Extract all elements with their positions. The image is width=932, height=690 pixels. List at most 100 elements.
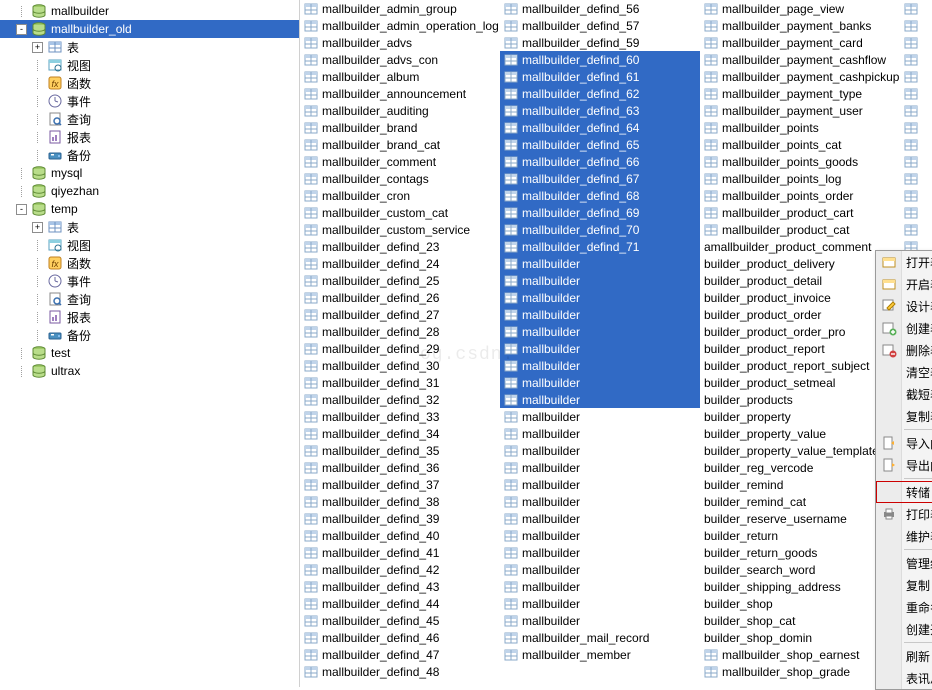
table-item[interactable]: mallbuilder: [500, 527, 700, 544]
tree-node[interactable]: 查询: [0, 290, 299, 308]
tree-node[interactable]: 备份: [0, 326, 299, 344]
tree-node[interactable]: 函数: [0, 74, 299, 92]
table-item[interactable]: mallbuilder: [500, 374, 700, 391]
table-item[interactable]: builder_shop: [700, 595, 900, 612]
table-item[interactable]: mallbuilder_defind_43: [300, 578, 500, 595]
tree-node[interactable]: ultrax: [0, 362, 299, 380]
tree-node[interactable]: 函数: [0, 254, 299, 272]
table-item[interactable]: mallbuilder_payment_banks: [700, 17, 900, 34]
menu-item[interactable]: 导入向导(I): [876, 432, 932, 454]
table-item[interactable]: builder_product_report: [700, 340, 900, 357]
table-item[interactable]: amallbuilder_product_comment: [700, 238, 900, 255]
table-item[interactable]: [900, 51, 920, 68]
tree-node[interactable]: 视图: [0, 56, 299, 74]
menu-item[interactable]: 截短表: [876, 383, 932, 405]
table-item[interactable]: mallbuilder_defind_38: [300, 493, 500, 510]
table-item[interactable]: mallbuilder_defind_48: [300, 663, 500, 680]
tree-node[interactable]: test: [0, 344, 299, 362]
menu-item[interactable]: 创建表(N): [876, 317, 932, 339]
table-item[interactable]: mallbuilder_brand: [300, 119, 500, 136]
table-item[interactable]: mallbuilder_admin_group: [300, 0, 500, 17]
table-item[interactable]: mallbuilder_defind_60: [500, 51, 700, 68]
menu-item[interactable]: 复制: [876, 574, 932, 596]
table-item[interactable]: builder_shop_cat: [700, 612, 900, 629]
table-item[interactable]: mallbuilder_defind_64: [500, 119, 700, 136]
table-item[interactable]: mallbuilder_payment_user: [700, 102, 900, 119]
tree-node[interactable]: 报表: [0, 308, 299, 326]
table-item[interactable]: builder_shop_domin: [700, 629, 900, 646]
menu-item[interactable]: 创建开启表快捷方式...: [876, 618, 932, 640]
table-item[interactable]: mallbuilder_points_order: [700, 187, 900, 204]
table-item[interactable]: mallbuilder_custom_cat: [300, 204, 500, 221]
tree-node[interactable]: mysql: [0, 164, 299, 182]
table-item[interactable]: [900, 34, 920, 51]
table-item[interactable]: builder_reserve_username: [700, 510, 900, 527]
table-item[interactable]: mallbuilder_announcement: [300, 85, 500, 102]
table-item[interactable]: [900, 136, 920, 153]
table-item[interactable]: [900, 68, 920, 85]
table-item[interactable]: mallbuilder: [500, 595, 700, 612]
table-item[interactable]: mallbuilder_advs: [300, 34, 500, 51]
table-item[interactable]: [900, 170, 920, 187]
table-item[interactable]: mallbuilder: [500, 340, 700, 357]
table-item[interactable]: builder_property_value: [700, 425, 900, 442]
tree-node[interactable]: 视图: [0, 236, 299, 254]
table-item[interactable]: [900, 17, 920, 34]
table-item[interactable]: mallbuilder_defind_61: [500, 68, 700, 85]
table-item[interactable]: mallbuilder_defind_63: [500, 102, 700, 119]
table-item[interactable]: mallbuilder_defind_41: [300, 544, 500, 561]
table-item[interactable]: mallbuilder_points_cat: [700, 136, 900, 153]
menu-item[interactable]: 删除表(D): [876, 339, 932, 361]
table-item[interactable]: mallbuilder_defind_33: [300, 408, 500, 425]
database-tree[interactable]: mallbuilder-mallbuilder_old+表视图函数事件查询报表备…: [0, 0, 300, 687]
menu-item[interactable]: 打开表(O): [876, 251, 932, 273]
menu-item[interactable]: 打印表: [876, 503, 932, 525]
table-item[interactable]: mallbuilder_defind_39: [300, 510, 500, 527]
table-item[interactable]: mallbuilder: [500, 493, 700, 510]
tree-node[interactable]: -temp: [0, 200, 299, 218]
table-item[interactable]: mallbuilder_defind_44: [300, 595, 500, 612]
table-item[interactable]: mallbuilder: [500, 255, 700, 272]
table-item[interactable]: mallbuilder: [500, 476, 700, 493]
table-item[interactable]: mallbuilder: [500, 408, 700, 425]
table-item[interactable]: mallbuilder_cron: [300, 187, 500, 204]
table-item[interactable]: mallbuilder_defind_34: [300, 425, 500, 442]
table-item[interactable]: mallbuilder_defind_36: [300, 459, 500, 476]
table-item[interactable]: mallbuilder_custom_service: [300, 221, 500, 238]
table-item[interactable]: mallbuilder_product_cart: [700, 204, 900, 221]
tree-node[interactable]: 备份: [0, 146, 299, 164]
table-item[interactable]: mallbuilder: [500, 612, 700, 629]
table-item[interactable]: mallbuilder: [500, 425, 700, 442]
table-item[interactable]: [900, 102, 920, 119]
table-item[interactable]: builder_property: [700, 408, 900, 425]
table-item[interactable]: mallbuilder_payment_cashpickup: [700, 68, 900, 85]
table-item[interactable]: mallbuilder: [500, 323, 700, 340]
table-item[interactable]: [900, 85, 920, 102]
tree-node[interactable]: 报表: [0, 128, 299, 146]
table-item[interactable]: mallbuilder: [500, 544, 700, 561]
collapse-icon[interactable]: -: [16, 204, 27, 215]
table-item[interactable]: mallbuilder_auditing: [300, 102, 500, 119]
table-item[interactable]: mallbuilder: [500, 561, 700, 578]
table-item[interactable]: mallbuilder_defind_62: [500, 85, 700, 102]
table-item[interactable]: builder_property_value_template: [700, 442, 900, 459]
menu-item[interactable]: 开启表 (快速): [876, 273, 932, 295]
tree-node[interactable]: qiyezhan: [0, 182, 299, 200]
table-item[interactable]: mallbuilder_defind_59: [500, 34, 700, 51]
expand-icon[interactable]: +: [32, 222, 43, 233]
table-item[interactable]: mallbuilder_product_cat: [700, 221, 900, 238]
table-item[interactable]: builder_product_delivery: [700, 255, 900, 272]
table-item[interactable]: mallbuilder_shop_grade: [700, 663, 900, 680]
table-item[interactable]: mallbuilder_brand_cat: [300, 136, 500, 153]
table-item[interactable]: mallbuilder_points_goods: [700, 153, 900, 170]
table-item[interactable]: mallbuilder_defind_66: [500, 153, 700, 170]
table-item[interactable]: mallbuilder_defind_56: [500, 0, 700, 17]
table-item[interactable]: builder_product_invoice: [700, 289, 900, 306]
table-item[interactable]: mallbuilder: [500, 357, 700, 374]
table-item[interactable]: builder_product_report_subject: [700, 357, 900, 374]
table-item[interactable]: mallbuilder_defind_45: [300, 612, 500, 629]
menu-item[interactable]: 复制表: [876, 405, 932, 427]
table-item[interactable]: builder_shipping_address: [700, 578, 900, 595]
table-item[interactable]: mallbuilder_defind_46: [300, 629, 500, 646]
menu-item[interactable]: 表讯息: [876, 667, 932, 689]
